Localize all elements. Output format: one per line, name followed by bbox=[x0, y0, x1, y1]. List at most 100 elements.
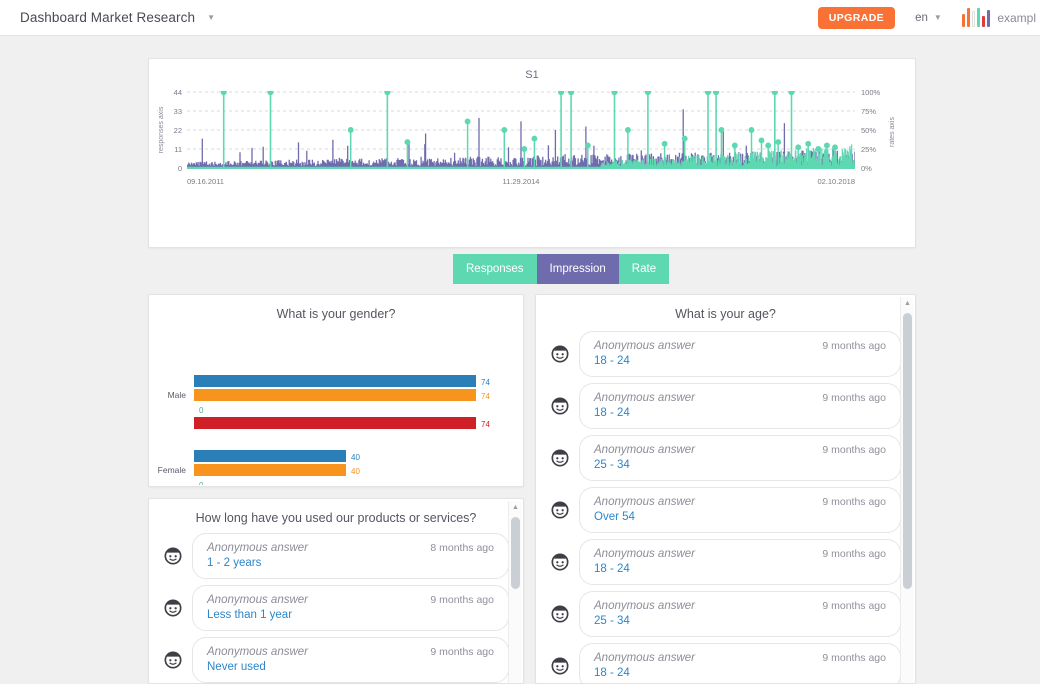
svg-text:74: 74 bbox=[481, 392, 490, 401]
svg-text:02.10.2018: 02.10.2018 bbox=[817, 177, 855, 186]
top-navigation-bar: Dashboard Market Research ▼ UPGRADE en ▼… bbox=[0, 0, 1040, 36]
legend-rate-button[interactable]: Rate bbox=[619, 254, 669, 284]
scrollbar-thumb[interactable] bbox=[903, 313, 912, 589]
face-avatar-icon bbox=[550, 344, 570, 364]
usage-panel-title: How long have you used our products or s… bbox=[149, 499, 523, 533]
svg-text:74: 74 bbox=[481, 378, 490, 387]
gender-bar-chart: Male 74 74 0 74 Female 40 40 0 40 bbox=[149, 325, 525, 485]
chevron-down-icon[interactable]: ▼ bbox=[207, 13, 215, 22]
svg-text:09.16.2011: 09.16.2011 bbox=[187, 177, 224, 186]
timeseries-title: S1 bbox=[149, 59, 915, 81]
answer-card[interactable]: Anonymous answer 9 months ago 18 - 24 bbox=[579, 643, 901, 684]
chevron-up-icon[interactable]: ▲ bbox=[901, 297, 914, 310]
answer-value: 18 - 24 bbox=[594, 563, 886, 575]
answer-header: Anonymous answer9 months ago bbox=[594, 496, 886, 508]
answer-card[interactable]: Anonymous answer9 months ago 25 - 34 bbox=[579, 591, 901, 637]
answer-card[interactable]: Anonymous answer9 months ago Over 54 bbox=[579, 487, 901, 533]
age-answer-list: Anonymous answer 9 months ago 18 - 24 Anony… bbox=[536, 331, 915, 684]
svg-text:0%: 0% bbox=[861, 164, 872, 173]
answer-row: Anonymous answer9 months ago 25 - 34 bbox=[546, 435, 901, 481]
upgrade-button[interactable]: UPGRADE bbox=[818, 7, 895, 29]
legend-impression-button[interactable]: Impression bbox=[537, 254, 619, 284]
answer-author-label: Anonymous answer bbox=[594, 548, 695, 560]
legend-responses-button[interactable]: Responses bbox=[453, 254, 537, 284]
face-avatar-icon bbox=[163, 650, 183, 670]
topbar-right-group: UPGRADE en ▼ exampl bbox=[818, 7, 1040, 29]
answer-value: 1 - 2 years bbox=[207, 557, 494, 569]
answer-card[interactable]: Anonymous answer9 months agoNever used bbox=[192, 637, 509, 683]
answer-row: Anonymous answer9 months ago 18 - 24 bbox=[546, 539, 901, 585]
svg-text:22: 22 bbox=[174, 126, 182, 135]
svg-text:74: 74 bbox=[481, 420, 490, 429]
answer-value: 25 - 34 bbox=[594, 615, 886, 627]
answer-card[interactable]: Anonymous answer9 months ago 18 - 24 bbox=[579, 383, 901, 429]
answer-author-label: Anonymous answer bbox=[207, 646, 308, 658]
answer-row: Anonymous answer9 months ago 25 - 34 bbox=[546, 591, 901, 637]
svg-text:0: 0 bbox=[199, 406, 204, 415]
answer-header: Anonymous answer9 months ago bbox=[594, 392, 886, 404]
usage-panel-scrollbar[interactable]: ▲ bbox=[508, 501, 521, 683]
answer-card[interactable]: Anonymous answer 8 months ago 1 - 2 years bbox=[192, 533, 509, 579]
age-answers-card: What is your age? Anonymous answer9 mont… bbox=[535, 294, 916, 684]
answer-timestamp: 8 months ago bbox=[430, 542, 494, 554]
gender-chart-card: What is your gender? Male 74 74 0 74 Fem… bbox=[148, 294, 524, 487]
user-name-label: exampl bbox=[997, 11, 1036, 25]
answer-row: Anonymous answer9 months ago18 - 24 bbox=[546, 331, 901, 377]
language-label: en bbox=[915, 12, 928, 24]
face-avatar-icon bbox=[163, 546, 183, 566]
bar-logo-icon bbox=[962, 8, 991, 27]
answer-header: Anonymous answer 8 months ago bbox=[207, 542, 494, 554]
answer-value: 18 - 24 bbox=[594, 667, 886, 679]
answer-timestamp: 9 months ago bbox=[822, 444, 886, 456]
chevron-up-icon[interactable]: ▲ bbox=[509, 501, 522, 514]
answer-card[interactable]: Anonymous answer9 months ago 25 - 34 bbox=[579, 435, 901, 481]
answer-row: Anonymous answer 8 months ago 1 - 2 years bbox=[159, 533, 509, 579]
svg-text:0: 0 bbox=[199, 481, 204, 485]
face-avatar-icon bbox=[550, 552, 570, 572]
answer-header: Anonymous answer9 months ago bbox=[594, 600, 886, 612]
svg-text:rates axis: rates axis bbox=[889, 117, 896, 147]
answer-value: 18 - 24 bbox=[594, 407, 886, 419]
answer-author-label: Anonymous answer bbox=[207, 542, 308, 554]
svg-text:11: 11 bbox=[174, 145, 182, 154]
svg-text:responses axis: responses axis bbox=[158, 106, 165, 153]
user-account-area[interactable]: exampl bbox=[962, 8, 1036, 27]
answer-header: Anonymous answer9 months ago bbox=[594, 444, 886, 456]
answer-card[interactable]: Anonymous answer9 months ago18 - 24 bbox=[579, 331, 901, 377]
answer-row: Anonymous answer9 months ago Over 54 bbox=[546, 487, 901, 533]
page-title: Dashboard Market Research bbox=[20, 10, 195, 25]
answer-value: 25 - 34 bbox=[594, 459, 886, 471]
answer-author-label: Anonymous answer bbox=[594, 340, 695, 352]
answer-timestamp: 9 months ago bbox=[822, 652, 886, 664]
svg-text:40: 40 bbox=[351, 453, 360, 462]
usage-answers-card: How long have you used our products or s… bbox=[148, 498, 524, 684]
svg-text:Female: Female bbox=[158, 465, 187, 475]
answer-header: Anonymous answer 9 months ago bbox=[594, 340, 886, 352]
language-selector[interactable]: en ▼ bbox=[915, 12, 942, 24]
svg-text:100%: 100% bbox=[861, 88, 881, 97]
dashboard-body: S1 44 33 22 11 0 responses axis 100% 75% bbox=[0, 36, 1040, 638]
face-avatar-icon bbox=[550, 656, 570, 676]
answer-value: Never used bbox=[207, 661, 494, 673]
timeseries-chart-card: S1 44 33 22 11 0 responses axis 100% 75% bbox=[148, 58, 916, 248]
answer-card[interactable]: Anonymous answer9 months ago 18 - 24 bbox=[579, 539, 901, 585]
answer-author-label: Anonymous answer bbox=[594, 652, 695, 664]
age-panel-scrollbar[interactable]: ▲ bbox=[900, 297, 913, 683]
svg-text:25%: 25% bbox=[861, 145, 876, 154]
answer-timestamp: 9 months ago bbox=[822, 340, 886, 352]
face-avatar-icon bbox=[550, 396, 570, 416]
timeseries-legend: Responses Impression Rate bbox=[453, 254, 669, 284]
answer-timestamp: 9 months ago bbox=[822, 600, 886, 612]
face-avatar-icon bbox=[163, 598, 183, 618]
answer-author-label: Anonymous answer bbox=[207, 594, 308, 606]
scrollbar-thumb[interactable] bbox=[511, 517, 520, 589]
usage-answer-list: Anonymous answer8 months ago1 - 2 yearsA… bbox=[149, 533, 523, 683]
answer-header: Anonymous answer9 months ago bbox=[594, 548, 886, 560]
answer-card[interactable]: Anonymous answer9 months agoLess than 1 … bbox=[192, 585, 509, 631]
answer-value: Over 54 bbox=[594, 511, 886, 523]
face-avatar-icon bbox=[550, 448, 570, 468]
answer-row: Anonymous answer 9 months ago 18 - 24 bbox=[546, 643, 901, 684]
answer-header: Anonymous answer 9 months ago bbox=[594, 652, 886, 664]
face-avatar-icon bbox=[550, 604, 570, 624]
gender-chart-title: What is your gender? bbox=[149, 295, 523, 321]
